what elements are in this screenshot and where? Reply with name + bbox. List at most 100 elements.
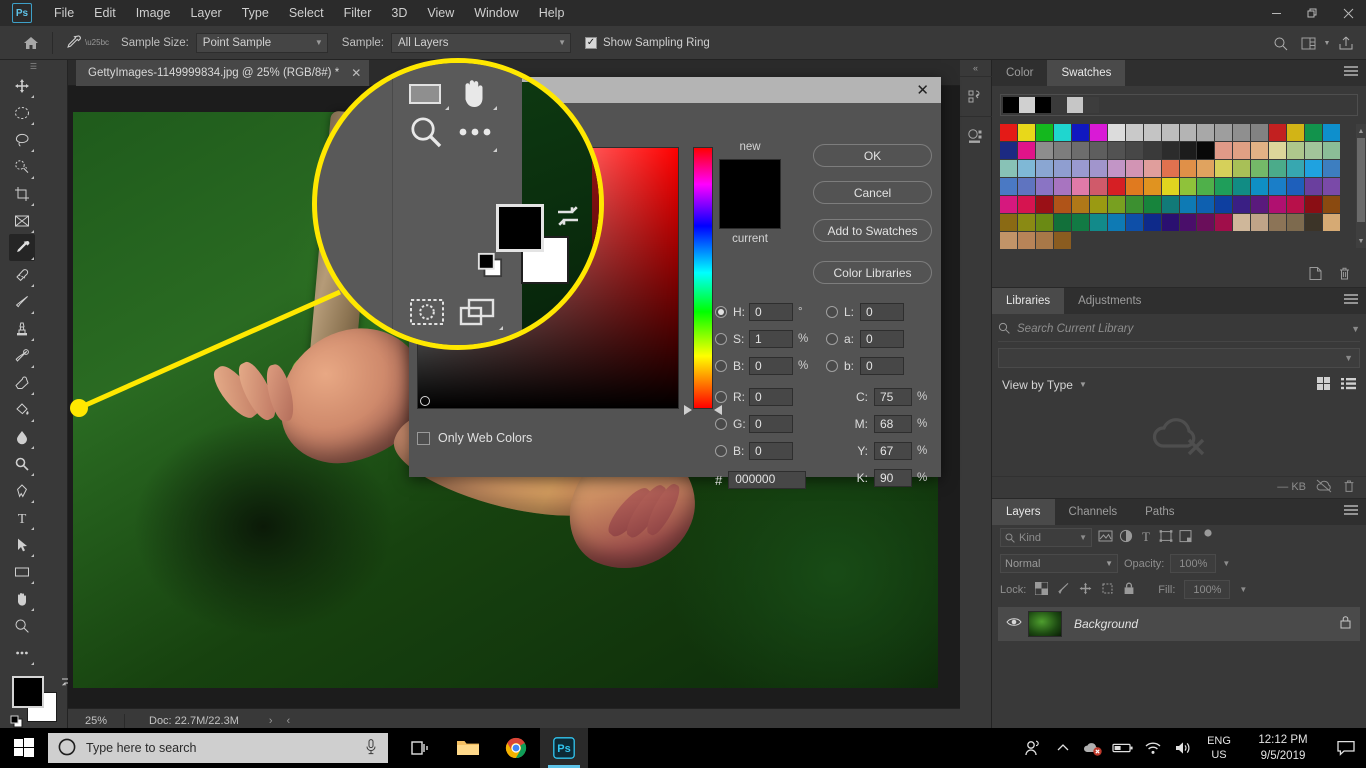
recent-swatch-cell[interactable] xyxy=(1035,97,1051,113)
tab-paths[interactable]: Paths xyxy=(1131,499,1188,525)
recent-colors-strip[interactable] xyxy=(1000,94,1358,116)
swatch-cell[interactable] xyxy=(1000,231,1017,249)
scroll-down-icon[interactable]: ▼ xyxy=(1356,234,1366,248)
battery-icon[interactable] xyxy=(1108,728,1138,768)
swatch-cell[interactable] xyxy=(1053,231,1071,249)
layer-row[interactable]: Background xyxy=(998,606,1360,641)
swatch-cell[interactable] xyxy=(1000,141,1017,159)
swatch-cell[interactable] xyxy=(1053,159,1071,177)
cmyk-row-c[interactable]: C: 75 % xyxy=(850,387,929,407)
swatch-cell[interactable] xyxy=(1287,213,1305,231)
recent-swatch-cell[interactable] xyxy=(1067,97,1083,113)
swatch-cell[interactable] xyxy=(1269,177,1287,195)
swatch-cell[interactable] xyxy=(1269,159,1287,177)
swatch-cell[interactable] xyxy=(1107,213,1125,231)
zoom-tool[interactable] xyxy=(9,612,35,639)
dodge-tool[interactable] xyxy=(9,450,35,477)
chevron-down-icon[interactable]: ▼ xyxy=(1322,29,1332,57)
menu-file[interactable]: File xyxy=(44,3,84,23)
swatch-cell[interactable] xyxy=(1233,177,1251,195)
swatch-cell[interactable] xyxy=(1107,141,1125,159)
swatch-cell[interactable] xyxy=(1017,124,1035,141)
tab-channels[interactable]: Channels xyxy=(1055,499,1132,525)
status-collapse-icon[interactable]: ‹ xyxy=(287,715,291,727)
swatch-cell[interactable] xyxy=(1000,195,1017,213)
input-b-lab[interactable]: 0 xyxy=(860,357,904,375)
tool-preset-chevron-icon[interactable]: \u25bc xyxy=(85,38,109,47)
add-to-swatches-button[interactable]: Add to Swatches xyxy=(813,219,932,242)
input-m[interactable]: 68 xyxy=(874,415,912,433)
tab-color[interactable]: Color xyxy=(992,60,1047,86)
input-b-brightness[interactable]: 0 xyxy=(749,357,793,375)
swatch-cell[interactable] xyxy=(1161,159,1179,177)
menu-filter[interactable]: Filter xyxy=(334,3,382,23)
scroll-up-icon[interactable]: ▲ xyxy=(1356,124,1366,138)
swatch-cell[interactable] xyxy=(1305,213,1323,231)
swatch-cell[interactable] xyxy=(1017,159,1035,177)
paint-bucket-tool[interactable] xyxy=(9,396,35,423)
ok-button[interactable]: OK xyxy=(813,144,932,167)
swatch-cell[interactable] xyxy=(1107,159,1125,177)
action-center-icon[interactable] xyxy=(1326,728,1366,768)
hsb-row-h[interactable]: H: 0 ° xyxy=(715,302,810,322)
swatch-cell[interactable] xyxy=(1197,213,1215,231)
quick-mask-icon[interactable] xyxy=(407,296,447,328)
library-search-input[interactable]: Search Current Library xyxy=(1017,323,1351,335)
swatch-cell[interactable] xyxy=(1161,213,1179,231)
radio-b-blue[interactable] xyxy=(715,445,727,457)
swatch-cell[interactable] xyxy=(1251,213,1269,231)
tab-adjustments[interactable]: Adjustments xyxy=(1064,288,1155,314)
hex-input[interactable]: 000000 xyxy=(728,471,807,489)
tab-layers[interactable]: Layers xyxy=(992,498,1055,525)
swatch-cell[interactable] xyxy=(1215,124,1233,141)
swatch-cell[interactable] xyxy=(1197,124,1215,141)
status-expand-icon[interactable]: › xyxy=(269,715,273,727)
cancel-button[interactable]: Cancel xyxy=(813,181,932,204)
swatch-cell[interactable] xyxy=(1125,159,1143,177)
grid-view-icon[interactable] xyxy=(1316,376,1331,394)
swatch-cell[interactable] xyxy=(1071,159,1089,177)
layer-kind-filter[interactable]: Kind ▼ xyxy=(1000,528,1092,548)
panel-menu-icon[interactable] xyxy=(1344,293,1358,309)
home-icon[interactable] xyxy=(18,30,44,56)
screen-mode-icon[interactable] xyxy=(457,296,503,330)
chevron-down-icon[interactable]: ▼ xyxy=(1239,585,1247,594)
recent-swatch-cell[interactable] xyxy=(1083,97,1099,113)
menu-view[interactable]: View xyxy=(417,3,464,23)
share-icon[interactable] xyxy=(1332,29,1360,57)
swatch-cell[interactable] xyxy=(1197,195,1215,213)
delete-swatch-icon[interactable] xyxy=(1337,266,1352,284)
swatch-cell[interactable] xyxy=(1017,141,1035,159)
restore-button[interactable] xyxy=(1294,0,1330,26)
swatch-cell[interactable] xyxy=(1305,159,1323,177)
clone-stamp-tool[interactable] xyxy=(9,315,35,342)
opacity-input[interactable]: 100% xyxy=(1170,554,1217,574)
tab-swatches[interactable]: Swatches xyxy=(1047,60,1126,86)
swatch-cell[interactable] xyxy=(1305,177,1323,195)
spot-healing-brush-tool[interactable] xyxy=(9,261,35,288)
swatch-cell[interactable] xyxy=(1197,159,1215,177)
swatch-cell[interactable] xyxy=(1053,177,1071,195)
swatch-cell[interactable] xyxy=(1251,177,1269,195)
eraser-tool[interactable] xyxy=(9,369,35,396)
adjustment-layer-filter-icon[interactable] xyxy=(1119,529,1133,546)
type-tool[interactable]: T xyxy=(9,504,35,531)
menu-help[interactable]: Help xyxy=(529,3,575,23)
swatch-cell[interactable] xyxy=(1089,141,1107,159)
swatch-cell[interactable] xyxy=(1143,159,1161,177)
radio-l[interactable] xyxy=(826,306,838,318)
hand-tool[interactable] xyxy=(455,76,497,110)
eye-icon[interactable] xyxy=(1006,616,1022,631)
swatch-cell[interactable] xyxy=(1107,195,1125,213)
panel-menu-icon[interactable] xyxy=(1344,66,1358,81)
swatch-cell[interactable] xyxy=(1035,124,1053,141)
swap-colors-icon[interactable] xyxy=(553,202,583,233)
radio-r[interactable] xyxy=(715,391,727,403)
swatch-cell[interactable] xyxy=(1089,195,1107,213)
library-search-row[interactable]: Search Current Library ▼ xyxy=(998,318,1360,342)
menu-layer[interactable]: Layer xyxy=(180,3,231,23)
rectangle-tool[interactable] xyxy=(9,558,35,585)
swatch-cell[interactable] xyxy=(1215,177,1233,195)
file-explorer-icon[interactable] xyxy=(444,728,492,768)
swatch-cell[interactable] xyxy=(1125,141,1143,159)
